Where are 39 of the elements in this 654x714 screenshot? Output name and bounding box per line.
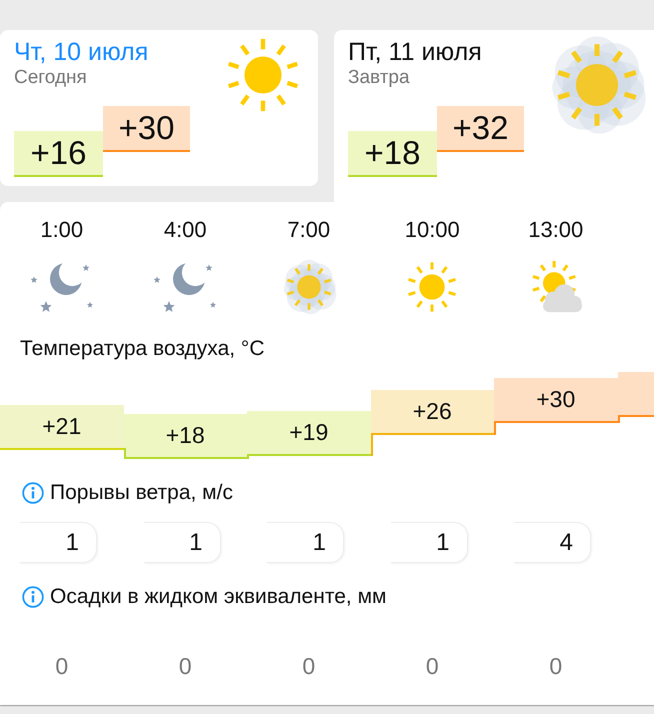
section-title: Порывы ветра, м/с: [50, 481, 233, 505]
info-icon[interactable]: [22, 482, 44, 504]
precipitation-value: 0: [426, 653, 439, 679]
precipitation-value: 0: [549, 653, 562, 679]
gust-value: 1: [20, 522, 97, 563]
temperature-bar: +26: [370, 390, 494, 435]
hour-label: 1:00: [40, 217, 84, 243]
precipitation-value: 0: [178, 653, 192, 679]
moon-stars-icon: [30, 261, 94, 313]
gust-value: 1: [144, 522, 220, 563]
day-title: Пт, 11 июля: [348, 38, 482, 66]
temperature-bar: +19: [247, 411, 370, 456]
day-label: Завтра: [348, 66, 410, 90]
precipitation-value: 0: [55, 653, 68, 679]
low-temperature: +18: [348, 131, 437, 177]
hour-label: 10:00: [404, 217, 460, 243]
info-icon[interactable]: [22, 586, 44, 608]
temperature-bar: +21: [0, 405, 124, 450]
gust-value: 1: [267, 522, 344, 563]
high-temperature: +32: [437, 106, 524, 152]
sun-icon: [406, 261, 458, 313]
day-card[interactable]: Пт, 11 июля Завтра +18 +32: [334, 30, 654, 202]
precipitation-value: 0: [302, 653, 316, 679]
moon-stars-icon: [153, 261, 218, 313]
temperature-bar: +18: [124, 414, 247, 459]
day-label: Сегодня: [14, 66, 87, 90]
low-temperature: +16: [14, 131, 103, 177]
section-title: Температура воздуха, °C: [20, 337, 264, 361]
temperature-bar: +30: [494, 378, 618, 423]
hour-label: 7:00: [287, 217, 330, 243]
section-title: Осадки в жидком эквиваленте, мм: [50, 585, 386, 609]
hour-label: 13:00: [528, 217, 584, 243]
high-temperature: +30: [103, 106, 190, 152]
gust-value: 4: [514, 522, 591, 563]
gust-value: 1: [390, 522, 468, 563]
day-card[interactable]: Чт, 10 июля Сегодня +16 +30: [0, 30, 318, 186]
sun-icon: [225, 37, 301, 113]
hour-label: 4:00: [164, 217, 207, 243]
day-title: Чт, 10 июля: [14, 38, 148, 66]
